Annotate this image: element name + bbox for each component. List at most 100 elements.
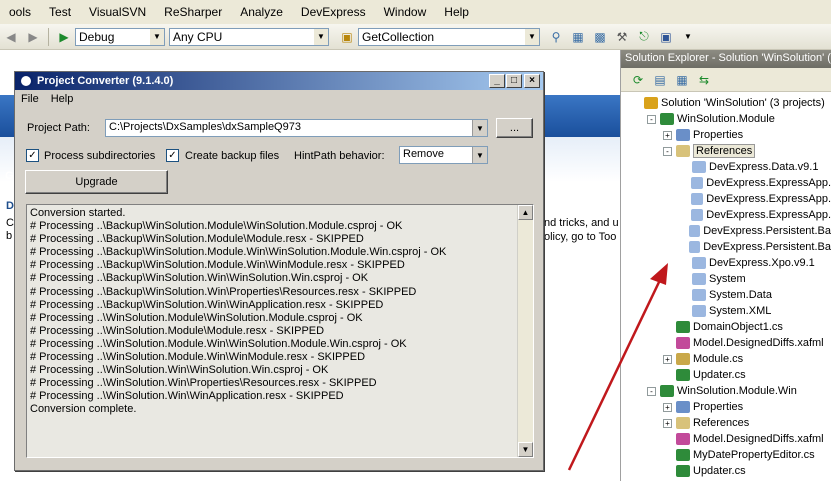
- csharp-project-icon: [660, 385, 674, 397]
- reference-icon: [690, 193, 704, 205]
- scroll-up-icon[interactable]: ▲: [518, 205, 533, 220]
- tree-item[interactable]: DevExpress.Xpo.v9.1: [621, 255, 831, 271]
- collapse-icon[interactable]: -: [663, 146, 672, 156]
- menu-help[interactable]: Help: [51, 93, 74, 105]
- export-icon[interactable]: ⎋: [636, 29, 652, 45]
- tree-item[interactable]: DevExpress.ExpressApp.: [621, 175, 831, 191]
- find-select[interactable]: GetCollection ▼: [358, 27, 540, 46]
- tree-item[interactable]: Model.DesignedDiffs.xafml: [621, 431, 831, 447]
- toolbar-overflow-icon[interactable]: ▼: [680, 29, 696, 45]
- command-window-icon[interactable]: ▣: [658, 29, 674, 45]
- maximize-button[interactable]: □: [506, 74, 522, 88]
- tree-item[interactable]: - WinSolution.Module: [621, 111, 831, 127]
- chevron-down-icon[interactable]: ▼: [472, 120, 487, 136]
- tree-item[interactable]: + Module.cs: [621, 351, 831, 367]
- close-button[interactable]: ×: [524, 74, 540, 88]
- tree-item[interactable]: Solution 'WinSolution' (3 projects): [621, 95, 831, 111]
- tree-item[interactable]: Updater.cs: [621, 463, 831, 479]
- tree-item[interactable]: DevExpress.Data.v9.1: [621, 159, 831, 175]
- show-all-files-icon[interactable]: ▤: [652, 72, 668, 88]
- properties-icon[interactable]: ▦: [674, 72, 690, 88]
- tree-item[interactable]: System.Data: [621, 287, 831, 303]
- process-subdirectories-checkbox[interactable]: ✓: [26, 149, 39, 162]
- tree-item[interactable]: MyDatePropertyEditor.cs: [621, 447, 831, 463]
- tree-item[interactable]: - References: [621, 143, 831, 159]
- expand-icon[interactable]: +: [663, 418, 672, 428]
- log-scrollbar[interactable]: ▲ ▼: [517, 205, 533, 457]
- tools-icon[interactable]: ⚒: [614, 29, 630, 45]
- configuration-select[interactable]: Debug ▼: [75, 27, 165, 46]
- navigate-forward-icon[interactable]: ▶: [25, 29, 41, 45]
- scroll-down-icon[interactable]: ▼: [518, 442, 533, 457]
- tree-item[interactable]: + References: [621, 415, 831, 431]
- navigate-back-icon[interactable]: ◀: [3, 29, 19, 45]
- text-fragment: b: [6, 230, 13, 242]
- tree-item[interactable]: DomainObject1.cs: [621, 319, 831, 335]
- menu-window[interactable]: Window: [375, 5, 436, 19]
- module-icon: [676, 353, 690, 365]
- reference-icon: [689, 241, 701, 253]
- tree-item-label: DevExpress.Persistent.Ba: [703, 241, 831, 253]
- minimize-button[interactable]: _: [489, 74, 505, 88]
- object-browser-icon[interactable]: ▩: [592, 29, 608, 45]
- solution-icon: [644, 97, 658, 109]
- expand-icon[interactable]: +: [663, 402, 672, 412]
- process-subdirectories-label: Process subdirectories: [44, 150, 156, 162]
- menu-analyze[interactable]: Analyze: [231, 5, 292, 19]
- solution-explorer-title: Solution Explorer - Solution 'WinSolutio…: [621, 50, 831, 68]
- menu-help[interactable]: Help: [435, 5, 478, 19]
- expand-icon[interactable]: +: [663, 130, 672, 140]
- tree-item[interactable]: + Properties: [621, 127, 831, 143]
- log-line: # Processing ..\Backup\WinSolution.Modul…: [30, 246, 447, 259]
- tree-item[interactable]: Updater.cs: [621, 367, 831, 383]
- collapse-icon[interactable]: -: [647, 114, 656, 124]
- properties-window-icon[interactable]: ▦: [570, 29, 586, 45]
- menu-devexpress[interactable]: DevExpress: [292, 5, 375, 19]
- hintpath-label: HintPath behavior:: [294, 150, 385, 162]
- banner-letter: G: [5, 170, 14, 182]
- expand-icon[interactable]: +: [663, 354, 672, 364]
- chevron-down-icon: ▼: [150, 28, 164, 45]
- sync-icon[interactable]: ⇆: [696, 72, 712, 88]
- collapse-icon[interactable]: -: [647, 386, 656, 396]
- tree-item[interactable]: Model.DesignedDiffs.xafml: [621, 335, 831, 351]
- csharp-file-icon: [676, 465, 690, 477]
- tree-item-label: Model.DesignedDiffs.xafml: [693, 337, 824, 349]
- properties-icon: [676, 129, 690, 141]
- log-line: # Processing ..\WinSolution.Module\WinSo…: [30, 311, 363, 324]
- find-in-files-icon[interactable]: ▣: [339, 29, 355, 45]
- upgrade-button[interactable]: Upgrade: [25, 170, 168, 194]
- menu-visualsvn[interactable]: VisualSVN: [80, 5, 155, 19]
- project-path-input[interactable]: C:\Projects\DxSamples\dxSampleQ973 ▼: [105, 119, 488, 137]
- find-icon[interactable]: ⚲: [548, 29, 564, 45]
- tree-item-label: Properties: [693, 129, 744, 141]
- text-fragment: nd tricks, and u: [544, 217, 619, 229]
- tree-item[interactable]: System.XML: [621, 303, 831, 319]
- tree-item[interactable]: DevExpress.Persistent.Ba: [621, 223, 831, 239]
- log-line: # Processing ..\Backup\WinSolution.Modul…: [30, 233, 364, 246]
- reference-icon: [692, 289, 706, 301]
- tree-item[interactable]: DevExpress.Persistent.Ba: [621, 239, 831, 255]
- tree-item[interactable]: DevExpress.ExpressApp.: [621, 191, 831, 207]
- platform-select[interactable]: Any CPU ▼: [169, 27, 329, 46]
- tree-item[interactable]: System: [621, 271, 831, 287]
- tree-item-label: DevExpress.ExpressApp.: [706, 193, 831, 205]
- log-line: # Processing ..\Backup\WinSolution.Win\W…: [30, 298, 384, 311]
- conversion-log[interactable]: Conversion started. # Processing ..\Backu…: [26, 204, 534, 458]
- menu-ools[interactable]: ools: [0, 5, 40, 19]
- reference-icon: [690, 177, 704, 189]
- find-value: GetCollection: [362, 29, 435, 44]
- create-backup-checkbox[interactable]: ✓: [166, 149, 179, 162]
- tree-item-label: DevExpress.Persistent.Ba: [703, 225, 831, 237]
- refresh-icon[interactable]: ⟳: [630, 72, 646, 88]
- tree-item[interactable]: - WinSolution.Module.Win: [621, 383, 831, 399]
- menu-file[interactable]: File: [21, 93, 39, 105]
- menu-test[interactable]: Test: [40, 5, 80, 19]
- start-debug-icon[interactable]: ▶: [56, 29, 72, 45]
- solution-explorer: Solution Explorer - Solution 'WinSolutio…: [620, 50, 831, 481]
- hintpath-select[interactable]: Remove ▼: [399, 146, 488, 164]
- menu-resharper[interactable]: ReSharper: [155, 5, 231, 19]
- browse-button[interactable]: ...: [496, 118, 533, 138]
- tree-item[interactable]: DevExpress.ExpressApp.: [621, 207, 831, 223]
- tree-item[interactable]: + Properties: [621, 399, 831, 415]
